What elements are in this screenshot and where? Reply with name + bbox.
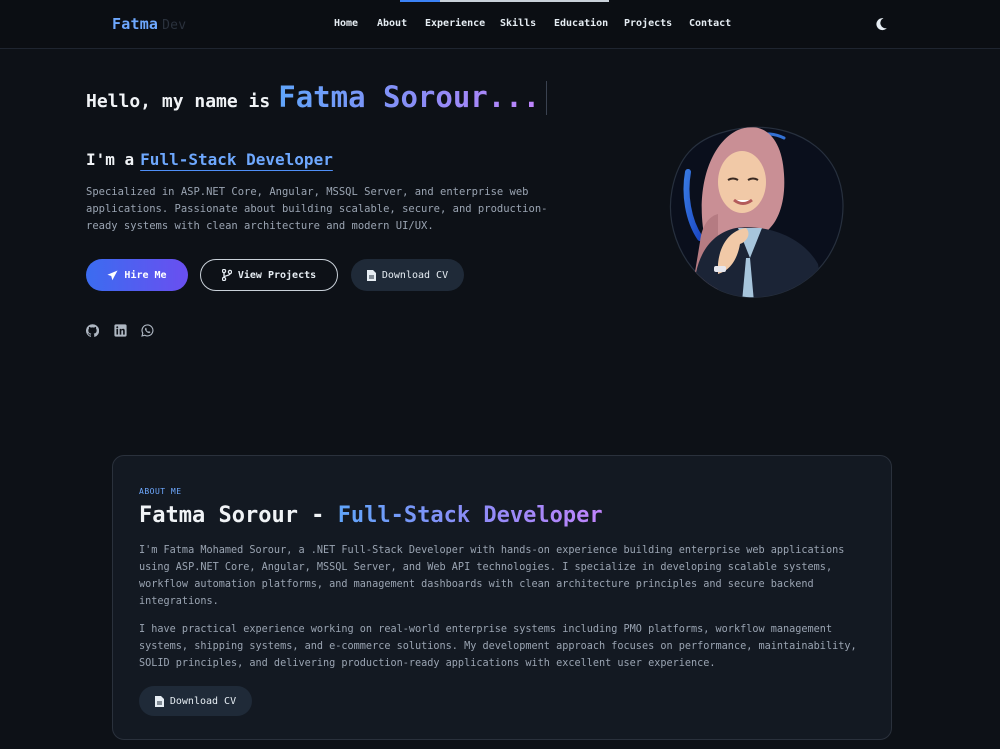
view-projects-button[interactable]: View Projects — [200, 259, 338, 291]
hero-greeting: Hello, my name is — [86, 91, 271, 112]
about-paragraph-1: I'm Fatma Mohamed Sorour, a .NET Full-St… — [139, 545, 845, 607]
hire-me-label: Hire Me — [124, 269, 167, 281]
moon-icon[interactable] — [873, 16, 889, 32]
view-projects-label: View Projects — [237, 269, 317, 281]
nav-link-education[interactable]: Education — [554, 18, 608, 29]
typing-caret — [546, 81, 548, 115]
nav-link-about[interactable]: About — [377, 18, 407, 29]
about-heading: Fatma Sorour - Full-Stack Developer — [139, 503, 603, 528]
hero-heading: Hello, my name is Fatma Sorour... — [86, 80, 548, 120]
nav-link-experience[interactable]: Experience — [425, 18, 485, 29]
about-download-cv-button[interactable]: Download CV — [139, 686, 252, 716]
profile-portrait — [666, 124, 846, 302]
role-title: Full-Stack Developer — [140, 150, 333, 169]
code-branch-icon — [221, 269, 232, 281]
hire-me-button[interactable]: Hire Me — [86, 259, 188, 291]
github-icon[interactable] — [86, 324, 99, 337]
about-paragraph-2: I have practical experience working on r… — [139, 624, 857, 669]
role-prefix: I'm a — [86, 150, 135, 169]
about-heading-name: Fatma Sorour - — [139, 503, 338, 528]
download-cv-button[interactable]: Download CV — [351, 259, 464, 291]
top-navbar: Fatma Dev Home About Experience Skills Ed… — [0, 0, 1000, 49]
logo-suffix: Dev — [162, 18, 187, 33]
nav-link-contact[interactable]: Contact — [689, 18, 731, 29]
hero-name: Fatma Sorour... — [278, 80, 541, 114]
about-download-cv-label: Download CV — [169, 695, 237, 707]
about-heading-role: Full-Stack Developer — [337, 503, 603, 528]
site-logo[interactable]: Fatma Dev — [112, 15, 186, 33]
logo-name: Fatma — [112, 15, 159, 33]
send-icon — [107, 269, 118, 280]
nav-link-projects[interactable]: Projects — [624, 18, 672, 29]
about-card: ABOUT ME Fatma Sorour - Full-Stack Devel… — [112, 455, 892, 740]
scroll-progress-indicator — [400, 0, 440, 2]
file-pdf-icon — [366, 269, 376, 281]
file-pdf-icon — [154, 695, 164, 707]
linkedin-icon[interactable] — [114, 324, 127, 337]
download-cv-label: Download CV — [381, 269, 449, 281]
nav-link-home[interactable]: Home — [334, 18, 358, 29]
nav-link-skills[interactable]: Skills — [500, 18, 536, 29]
whatsapp-icon[interactable] — [141, 324, 154, 337]
about-eyebrow: ABOUT ME — [139, 487, 182, 496]
hero-intro: Specialized in ASP.NET Core, Angular, MS… — [86, 186, 548, 232]
hero-role-line: I'm a Full-Stack Developer — [86, 150, 333, 169]
